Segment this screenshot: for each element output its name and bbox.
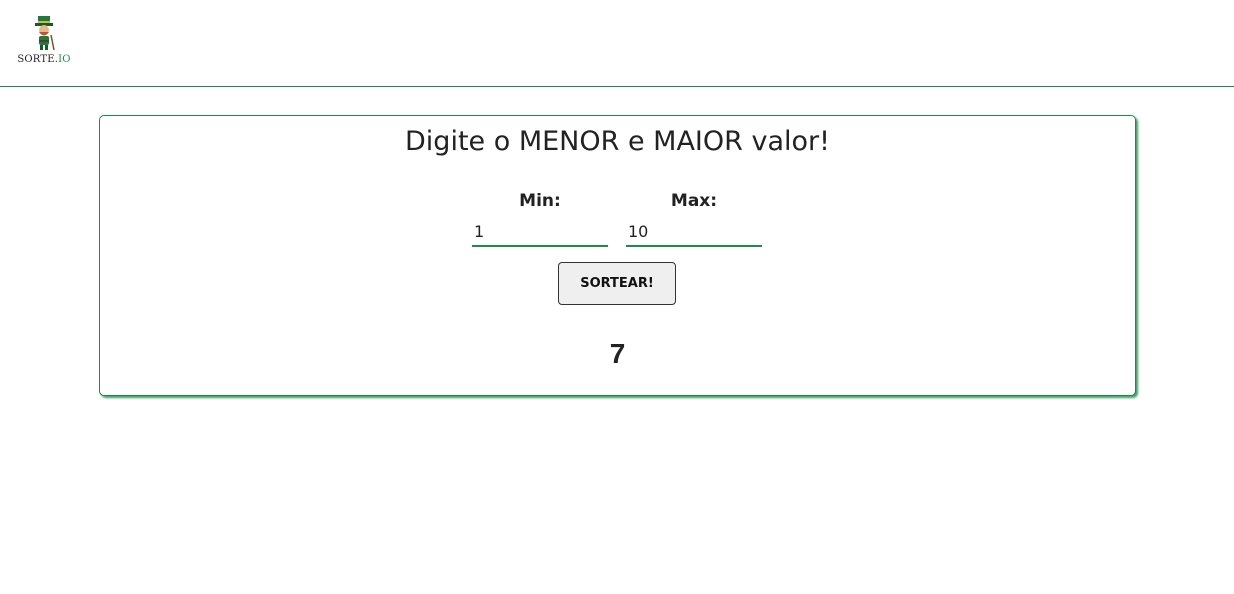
leprechaun-icon — [35, 16, 55, 51]
logo-text-main: SORTE. — [17, 54, 59, 65]
result-number: 7 — [609, 338, 626, 369]
logo-text-accent: IO — [58, 54, 71, 65]
max-input[interactable] — [626, 217, 762, 247]
draw-card: Digite o MENOR e MAIOR valor! Min: Max: … — [99, 115, 1136, 396]
max-label: Max: — [670, 191, 718, 211]
min-field: Min: — [472, 189, 608, 247]
min-input[interactable] — [472, 217, 608, 247]
header: SORTE.IO — [0, 0, 1234, 87]
logo[interactable]: SORTE.IO — [16, 14, 72, 65]
card-title: Digite o MENOR e MAIOR valor! — [405, 126, 830, 157]
logo-text: SORTE.IO — [16, 54, 72, 65]
min-label: Min: — [519, 191, 561, 211]
max-field: Max: — [626, 189, 762, 247]
draw-button[interactable]: SORTEAR! — [558, 262, 676, 305]
